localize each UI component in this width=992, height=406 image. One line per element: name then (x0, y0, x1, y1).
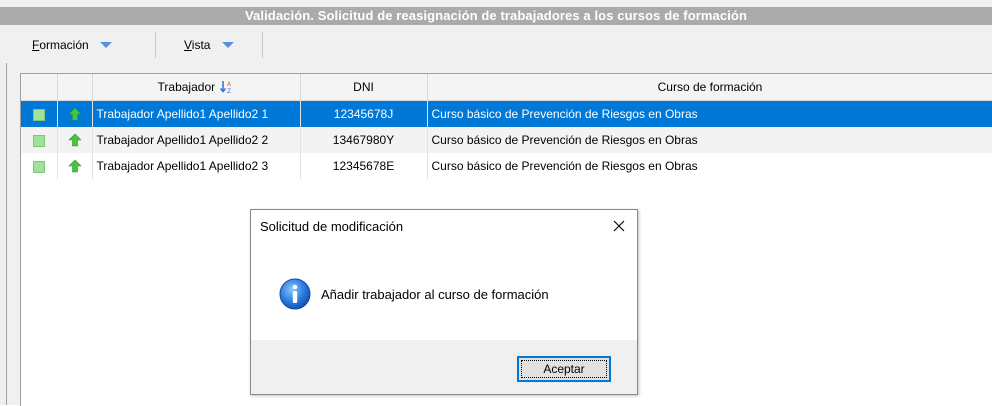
status-cell (21, 100, 58, 127)
trabajador-cell: Trabajador Apellido1 Apellido2 3 (92, 153, 301, 179)
table-header-row: Trabajador A Z DNI Curso de formación (21, 74, 992, 101)
focus-rect (521, 360, 607, 378)
window-title: Validación. Solicitud de reasignación de… (0, 7, 992, 25)
sort-ascending-icon: A Z (220, 81, 232, 94)
column-header-action[interactable] (57, 74, 93, 101)
info-icon (279, 278, 311, 310)
accept-button[interactable]: Aceptar (517, 356, 611, 382)
chevron-down-icon (221, 41, 234, 48)
column-header-status[interactable] (21, 74, 58, 101)
trabajador-cell: Trabajador Apellido1 Apellido2 2 (92, 127, 301, 153)
dni-cell: 13467980Y (300, 127, 428, 153)
main-window: Validación. Solicitud de reasignación de… (0, 0, 992, 406)
status-cell (21, 127, 58, 153)
dialog-title: Solicitud de modificación (260, 219, 404, 234)
green-up-arrow-icon (67, 107, 82, 121)
table-row[interactable]: Trabajador Apellido1 Apellido2 2 1346798… (21, 127, 992, 153)
menu-separator (155, 32, 156, 58)
dni-cell: 12345678J (300, 100, 428, 127)
column-header-dni[interactable]: DNI (300, 74, 428, 101)
column-header-trabajador-label: Trabajador (157, 79, 216, 94)
status-cell (21, 153, 58, 179)
svg-text:Z: Z (227, 88, 231, 94)
table-row[interactable]: Trabajador Apellido1 Apellido2 3 1234567… (21, 153, 992, 179)
dialog-titlebar: Solicitud de modificación (251, 210, 637, 244)
green-square-icon (32, 134, 45, 147)
column-header-trabajador[interactable]: Trabajador A Z (92, 74, 301, 101)
action-cell (57, 100, 93, 127)
close-icon[interactable] (611, 218, 627, 234)
menu-formacion-label: ormación (39, 38, 89, 52)
menu-vista-label: ista (191, 38, 211, 52)
table-row[interactable]: Trabajador Apellido1 Apellido2 1 1234567… (21, 100, 992, 127)
modification-dialog: Solicitud de modificación Añadir trabaja… (250, 209, 638, 395)
menu-vista[interactable]: Vista (172, 34, 234, 56)
green-up-arrow-icon (67, 133, 82, 147)
trabajador-cell: Trabajador Apellido1 Apellido2 1 (92, 100, 301, 127)
menu-formacion[interactable]: Formación (20, 34, 113, 56)
panel-border (6, 63, 7, 405)
dni-cell: 12345678E (300, 153, 428, 179)
action-cell (57, 127, 93, 153)
curso-cell: Curso básico de Prevención de Riesgos en… (427, 153, 992, 179)
dialog-message: Añadir trabajador al curso de formación (321, 287, 549, 302)
dialog-body: Añadir trabajador al curso de formación (251, 244, 637, 340)
curso-cell: Curso básico de Prevención de Riesgos en… (427, 127, 992, 153)
green-square-icon (32, 160, 45, 173)
menu-vista-accel: V (184, 38, 192, 52)
green-up-arrow-icon (67, 159, 82, 173)
column-header-curso[interactable]: Curso de formación (427, 74, 992, 101)
menu-separator (262, 32, 263, 58)
curso-cell: Curso básico de Prevención de Riesgos en… (427, 100, 992, 127)
svg-text:A: A (227, 81, 232, 88)
menu-bar: Formación Vista (0, 27, 992, 63)
green-square-icon (32, 108, 45, 121)
workers-table: Trabajador A Z DNI Curso de formación Tr… (21, 74, 992, 179)
chevron-down-icon (100, 41, 113, 48)
action-cell (57, 153, 93, 179)
